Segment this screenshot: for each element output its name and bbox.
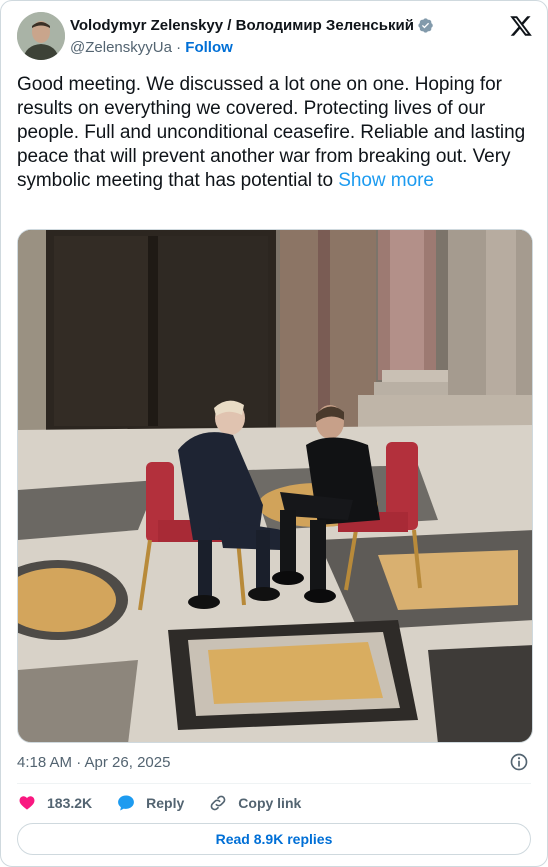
copy-link-button[interactable]: Copy link — [208, 793, 301, 813]
tweet-photo[interactable] — [17, 229, 533, 743]
handle-separator: · — [176, 39, 186, 56]
divider — [17, 783, 531, 784]
tweet-header: Volodymyr Zelenskyy / Володимир Зеленськ… — [17, 12, 533, 60]
heart-icon — [19, 796, 35, 810]
tweet-card: Volodymyr Zelenskyy / Володимир Зеленськ… — [0, 0, 548, 867]
follow-button[interactable]: Follow — [185, 39, 233, 56]
read-replies-button[interactable]: Read 8.9K replies — [17, 823, 531, 855]
tweet-timestamp[interactable]: 4:18 AM · Apr 26, 2025 — [17, 753, 170, 773]
copy-link-label: Copy link — [238, 795, 302, 811]
link-icon — [210, 795, 226, 811]
verified-badge-icon — [418, 18, 433, 33]
photo-illustration — [18, 230, 532, 742]
action-bar: 183.2K Reply Copy link — [17, 791, 325, 815]
tweet-text: Good meeting. We discussed a lot one on … — [17, 73, 533, 193]
like-button[interactable]: 183.2K — [17, 793, 92, 813]
reply-button[interactable]: Reply — [116, 793, 184, 813]
avatar[interactable] — [17, 12, 65, 60]
x-logo-icon[interactable] — [509, 14, 533, 38]
author-handle[interactable]: @ZelenskyyUa — [70, 39, 172, 56]
like-count: 183.2K — [47, 795, 93, 811]
info-icon[interactable] — [509, 752, 529, 772]
reply-icon — [118, 795, 135, 811]
show-more-link[interactable]: Show more — [338, 170, 434, 191]
reply-label: Reply — [146, 795, 185, 811]
tweet-body: Good meeting. We discussed a lot one on … — [17, 74, 526, 191]
display-name[interactable]: Volodymyr Zelenskyy / Володимир Зеленськ… — [70, 16, 414, 35]
